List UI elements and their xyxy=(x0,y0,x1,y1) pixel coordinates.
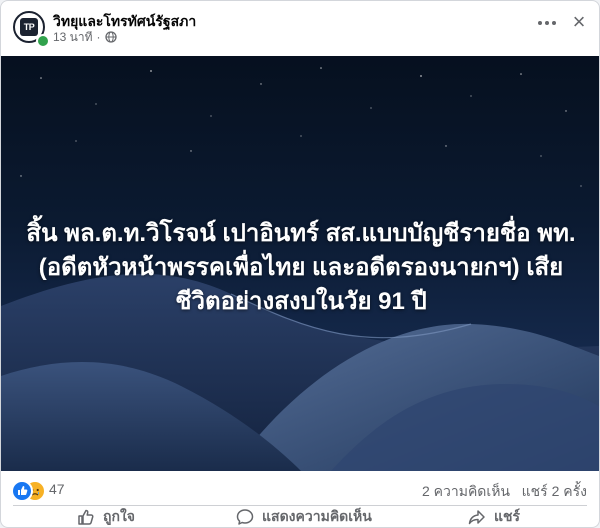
more-horizontal-icon[interactable] xyxy=(535,11,559,35)
online-status-dot xyxy=(36,34,50,48)
like-reaction-icon xyxy=(11,480,33,502)
post-actions: ถูกใจ แสดงความคิดเห็น แชร์ xyxy=(1,507,599,527)
comment-button[interactable]: แสดงความคิดเห็น xyxy=(236,507,372,527)
comment-button-label: แสดงความคิดเห็น xyxy=(262,508,372,524)
meta-separator: · xyxy=(96,30,101,44)
comment-count[interactable]: 2 ความคิดเห็น xyxy=(422,481,510,503)
post-headline: สิ้น พล.ต.ท.วิโรจน์ เปาอินทร์ สส.แบบบัญช… xyxy=(26,220,576,315)
post-card: TP วิทยุและโทรทัศน์รัฐสภา 13 นาที · × สิ… xyxy=(0,0,600,528)
comment-icon xyxy=(236,509,254,525)
avatar-logo: TP xyxy=(20,18,38,36)
share-button-label: แชร์ xyxy=(494,508,521,524)
share-button[interactable]: แชร์ xyxy=(468,507,520,527)
reaction-count[interactable]: 47 xyxy=(49,481,65,497)
like-button-label: ถูกใจ xyxy=(103,508,135,524)
close-icon[interactable]: × xyxy=(567,11,591,35)
share-icon xyxy=(468,510,485,525)
reaction-icons[interactable] xyxy=(11,480,47,502)
post-meta: 13 นาที · xyxy=(53,30,117,44)
globe-icon[interactable] xyxy=(104,31,117,43)
like-button[interactable]: ถูกใจ xyxy=(77,507,135,527)
post-timestamp[interactable]: 13 นาที xyxy=(53,28,93,47)
share-count[interactable]: แชร์ 2 ครั้ง xyxy=(522,481,587,503)
like-icon xyxy=(78,509,94,525)
engagement-stats: 47 2 ความคิดเห็น แชร์ 2 ครั้ง xyxy=(1,471,599,507)
post-image[interactable]: สิ้น พล.ต.ท.วิโรจน์ เปาอินทร์ สส.แบบบัญช… xyxy=(1,56,599,471)
post-header: TP วิทยุและโทรทัศน์รัฐสภา 13 นาที · × xyxy=(1,1,599,56)
